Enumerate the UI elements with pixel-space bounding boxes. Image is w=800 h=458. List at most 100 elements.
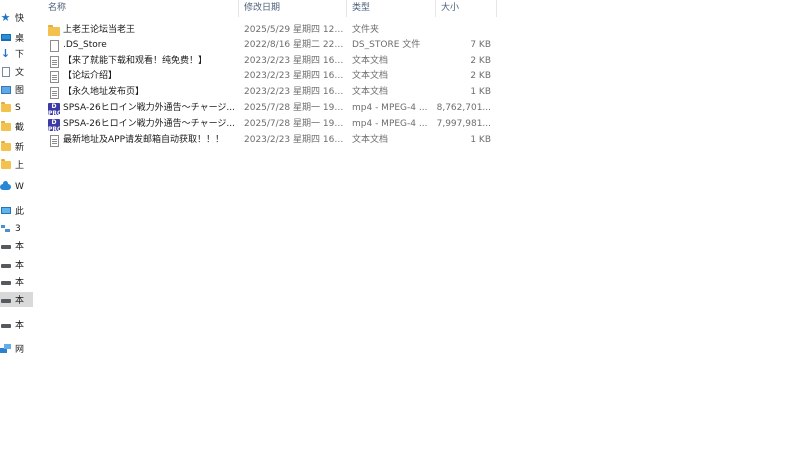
- text-file-icon: [48, 55, 60, 68]
- column-header-type[interactable]: 类型: [347, 0, 436, 17]
- nav-item-drive-3[interactable]: 本: [0, 274, 33, 289]
- file-type: mp4 - MPEG-4 ...: [352, 119, 428, 129]
- nav-item-3d-objects[interactable]: 3: [0, 221, 33, 236]
- drive-icon: [0, 319, 11, 330]
- pictures-icon: [0, 84, 11, 95]
- file-name: 【永久地址发布页】: [63, 87, 145, 97]
- nav-item-label: 此: [15, 207, 25, 217]
- nav-item-label: 截: [15, 123, 25, 133]
- nav-item-label: 本: [15, 278, 25, 288]
- nav-item-folder-2[interactable]: 截: [0, 119, 33, 134]
- text-file-icon: [48, 86, 60, 99]
- nav-item-label: 本: [15, 261, 25, 271]
- file-size: 2 KB: [470, 56, 491, 66]
- folder-icon: [48, 24, 60, 37]
- drive-icon: [0, 276, 11, 287]
- this-pc-icon: [0, 205, 11, 216]
- documents-icon: [0, 66, 11, 77]
- nav-item-label: 文: [15, 68, 25, 78]
- drive-icon: [0, 240, 11, 251]
- file-name: 【论坛介绍】: [63, 71, 118, 81]
- file-row[interactable]: 最新地址及APP请发邮箱自动获取！！！ 2023/2/23 星期四 16:...…: [43, 133, 498, 148]
- file-size: 7,997,981...: [436, 119, 491, 129]
- file-date-modified: 2022/8/16 星期二 22:...: [244, 40, 344, 50]
- network-objects-icon: [0, 223, 11, 234]
- nav-item-label: 图: [15, 86, 25, 96]
- file-size: 8,762,701...: [436, 103, 491, 113]
- file-size: 2 KB: [470, 71, 491, 81]
- column-header-name[interactable]: 名称: [43, 0, 239, 17]
- nav-item-downloads[interactable]: ↓ 下: [0, 46, 33, 61]
- network-icon: [0, 343, 11, 354]
- nav-item-folder-4[interactable]: 上: [0, 157, 33, 172]
- file-type: 文本文档: [352, 56, 389, 66]
- quick-access-star-icon: ★: [0, 11, 11, 24]
- folder-icon: [0, 120, 11, 132]
- file-date-modified: 2023/2/23 星期四 16:...: [244, 135, 344, 145]
- nav-item-label: 下: [15, 50, 25, 60]
- file-row[interactable]: .DS_Store 2022/8/16 星期二 22:... DS_STORE …: [43, 38, 498, 53]
- nav-item-drive-1[interactable]: 本: [0, 238, 33, 253]
- nav-item-onedrive[interactable]: W: [0, 179, 33, 194]
- nav-item-label: S: [15, 102, 21, 113]
- nav-item-network[interactable]: 网: [0, 341, 33, 356]
- nav-item-documents[interactable]: 文: [0, 64, 33, 79]
- file-date-modified: 2025/7/28 星期一 19:...: [244, 103, 344, 113]
- onedrive-cloud-icon: [0, 180, 11, 192]
- file-date-modified: 2023/2/23 星期四 16:...: [244, 71, 344, 81]
- file-name: SPSA-26ヒロイン戦力外通告～チャージ...: [63, 119, 235, 129]
- nav-item-quick-access[interactable]: ★ 快: [0, 10, 33, 25]
- column-header-size[interactable]: 大小: [436, 0, 497, 17]
- nav-item-pictures[interactable]: 图: [0, 82, 33, 97]
- nav-item-label: 新: [15, 143, 25, 153]
- file-row[interactable]: 【永久地址发布页】 2023/2/23 星期四 16:... 文本文档 1 KB: [43, 85, 498, 100]
- column-header-date-modified[interactable]: 修改日期: [239, 0, 347, 17]
- nav-item-label: 本: [15, 321, 25, 331]
- file-name: .DS_Store: [63, 40, 107, 50]
- folder-icon: [0, 140, 11, 152]
- file-type: DS_STORE 文件: [352, 40, 421, 50]
- nav-item-label: 快: [15, 14, 25, 24]
- file-explorer-window: ★ 快 桌 ↓ 下 文 图 S 截 新 上 W 此 3 本 本 本 本 本 网 …: [0, 0, 800, 458]
- file-name: SPSA-26ヒロイン戦力外通告～チャージ...: [63, 103, 235, 113]
- file-type: 文本文档: [352, 87, 389, 97]
- file-name: 【来了就能下载和观看！纯免费！】: [63, 56, 208, 66]
- desktop-icon: [0, 32, 11, 43]
- nav-item-drive-5[interactable]: 本: [0, 317, 33, 332]
- drive-icon: [0, 259, 11, 270]
- file-row[interactable]: 【论坛介绍】 2023/2/23 星期四 16:... 文本文档 2 KB: [43, 69, 498, 84]
- file-row[interactable]: 【来了就能下载和观看！纯免费！】 2023/2/23 星期四 16:... 文本…: [43, 54, 498, 69]
- nav-item-this-pc[interactable]: 此: [0, 203, 33, 218]
- downloads-arrow-icon: ↓: [0, 47, 11, 60]
- nav-item-drive-4-selected[interactable]: 本: [0, 292, 33, 307]
- file-type: mp4 - MPEG-4 ...: [352, 103, 428, 113]
- folder-icon: [0, 101, 11, 113]
- nav-item-label: W: [15, 181, 24, 192]
- nav-item-label: 3: [15, 223, 21, 234]
- file-row[interactable]: D PRO SPSA-26ヒロイン戦力外通告～チャージ... 2025/7/28 …: [43, 101, 498, 117]
- file-name: 上老王论坛当老王: [63, 25, 136, 35]
- file-size: 7 KB: [470, 40, 491, 50]
- text-file-icon: [48, 134, 60, 147]
- nav-item-folder-1[interactable]: S: [0, 100, 33, 115]
- folder-icon: [0, 158, 11, 170]
- nav-item-label: 本: [15, 296, 25, 306]
- file-date-modified: 2023/2/23 星期四 16:...: [244, 56, 344, 66]
- file-date-modified: 2025/7/28 星期一 19:...: [244, 119, 344, 129]
- nav-item-label: 网: [15, 345, 25, 355]
- drive-icon: [0, 294, 11, 305]
- video-file-icon: D PRO: [48, 118, 63, 133]
- file-date-modified: 2023/2/23 星期四 16:...: [244, 87, 344, 97]
- navigation-pane: ★ 快 桌 ↓ 下 文 图 S 截 新 上 W 此 3 本 本 本 本 本 网: [0, 0, 33, 458]
- file-row[interactable]: D PRO SPSA-26ヒロイン戦力外通告～チャージ... 2025/7/28 …: [43, 117, 498, 133]
- nav-item-folder-3[interactable]: 新: [0, 139, 33, 154]
- file-type: 文本文档: [352, 71, 389, 81]
- file-name: 最新地址及APP请发邮箱自动获取！！！: [63, 135, 225, 145]
- file-row[interactable]: 上老王论坛当老王 2025/5/29 星期四 12:... 文件夹: [43, 23, 498, 38]
- nav-item-drive-2[interactable]: 本: [0, 257, 33, 272]
- nav-item-label: 本: [15, 242, 25, 252]
- nav-item-desktop[interactable]: 桌: [0, 30, 33, 45]
- column-header-row: 名称 修改日期 类型 大小: [43, 0, 498, 17]
- file-type: 文本文档: [352, 135, 389, 145]
- video-file-icon: D PRO: [48, 102, 63, 117]
